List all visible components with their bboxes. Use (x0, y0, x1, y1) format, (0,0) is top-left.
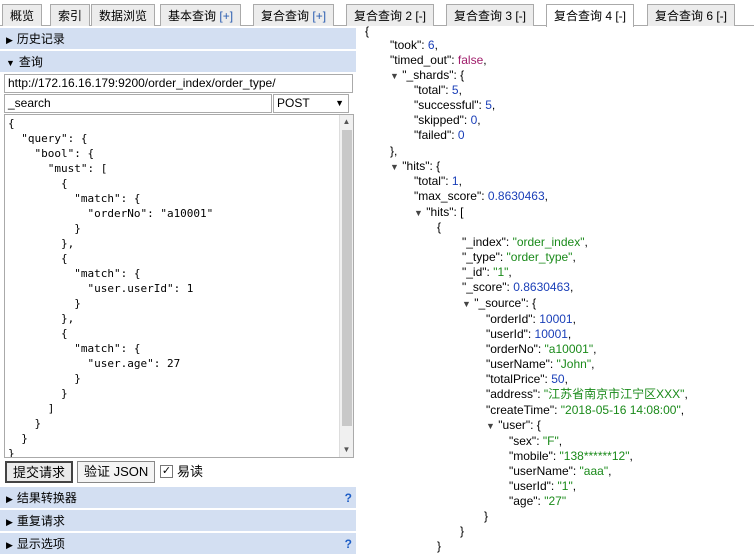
tab-label: 复合查询 (261, 9, 310, 23)
tab-bar: 概览 索引 数据浏览 基本查询 [+] 复合查询 [+] 复合查询 2 [-] … (0, 0, 754, 27)
add-tab-link[interactable]: [+] (312, 9, 326, 23)
brace: } (484, 509, 489, 523)
tab-label: 索引 (58, 9, 83, 23)
json-line: "address": "江苏省南京市江宁区XXX", (486, 387, 688, 401)
history-section-header[interactable]: ▶ 历史记录 (0, 28, 356, 50)
tab-compound-query-2[interactable]: 复合查询 2 [-] (346, 4, 435, 26)
collapsed-triangle-icon: ▶ (6, 540, 13, 550)
json-line: "orderNo": "a10001", (486, 342, 597, 356)
brace: } (437, 539, 442, 553)
easy-read-checkbox[interactable]: ✓ (160, 465, 173, 478)
json-line: "userId": 10001, (486, 327, 572, 341)
json-line: "total": 1, (414, 174, 462, 188)
expanded-triangle-icon: ▼ (6, 58, 15, 68)
brace: { (365, 26, 370, 38)
json-line: "_index": "order_index", (462, 235, 588, 249)
tab-label: 数据浏览 (99, 9, 148, 23)
tab-label: 复合查询 3 [-] (454, 9, 527, 23)
request-body-text[interactable]: { "query": { "bool": { "must": [ { "matc… (8, 116, 213, 457)
submit-request-button[interactable]: 提交请求 (5, 461, 74, 483)
json-line-source[interactable]: ▼ "_source": { (462, 296, 536, 312)
display-options-header[interactable]: ▶ 显示选项 ? (0, 533, 356, 555)
collapse-toggle-icon[interactable]: ▼ (390, 71, 399, 81)
json-line: "sex": "F", (509, 434, 563, 448)
scroll-down-icon[interactable]: ▼ (340, 443, 353, 457)
tab-compound-query[interactable]: 复合查询 [+] (253, 4, 335, 26)
help-icon[interactable]: ? (345, 487, 352, 509)
json-line: "successful": 5, (414, 98, 496, 112)
add-tab-link[interactable]: [+] (219, 9, 233, 23)
json-line: "age": "27" (509, 494, 567, 508)
url-input[interactable]: http://172.16.16.179:9200/order_index/or… (4, 74, 353, 93)
json-line: "skipped": 0, (414, 113, 481, 127)
help-icon[interactable]: ? (345, 533, 352, 555)
request-body-editor[interactable]: { "query": { "bool": { "must": [ { "matc… (4, 114, 354, 458)
json-line: "total": 5, (414, 83, 462, 97)
display-options-label: 显示选项 (16, 537, 65, 551)
json-line: "createTime": "2018-05-16 14:08:00", (486, 403, 685, 417)
json-line: "userName": "John", (486, 357, 595, 371)
result-transformer-header[interactable]: ▶ 结果转换器 ? (0, 487, 356, 509)
brace: } (460, 524, 465, 538)
repeat-request-header[interactable]: ▶ 重复请求 (0, 510, 356, 532)
tab-browser[interactable]: 数据浏览 (91, 4, 156, 26)
method-select[interactable]: POST ▼ (273, 94, 349, 113)
tab-indices[interactable]: 索引 (50, 4, 91, 26)
json-line-timed-out: "timed_out": false, (390, 53, 487, 67)
tab-compound-query-4[interactable]: 复合查询 4 [-] (546, 4, 635, 27)
json-line-hits[interactable]: ▼ "hits": { (390, 159, 440, 175)
collapsed-triangle-icon: ▶ (6, 517, 13, 527)
collapse-toggle-icon[interactable]: ▼ (486, 421, 495, 431)
scroll-thumb[interactable] (342, 130, 352, 426)
json-line: "userName": "aaa", (509, 464, 612, 478)
dropdown-arrow-icon: ▼ (335, 98, 344, 108)
json-line: "max_score": 0.8630463, (414, 189, 548, 203)
request-panel: ▶ 历史记录 ▼ 查询 http://172.16.16.179:9200/orde… (0, 26, 356, 555)
collapsed-triangle-icon: ▶ (6, 35, 13, 45)
json-line-took: "took": 6, (390, 38, 438, 52)
tab-overview[interactable]: 概览 (2, 4, 43, 26)
collapse-toggle-icon[interactable]: ▼ (462, 299, 471, 309)
repeat-request-label: 重复请求 (16, 514, 65, 528)
path-input[interactable]: _search (4, 94, 272, 113)
json-line: "_id": "1", (462, 265, 512, 279)
tab-compound-query-6[interactable]: 复合查询 6 [-] (647, 4, 736, 26)
json-line-hits-array[interactable]: ▼ "hits": [ (414, 205, 463, 221)
json-line: "_type": "order_type", (462, 250, 576, 264)
json-line: "mobile": "138******12", (509, 449, 633, 463)
method-value: POST (277, 96, 310, 110)
validate-json-button[interactable]: 验证 JSON (77, 461, 156, 483)
editor-scrollbar[interactable]: ▲ ▼ (339, 115, 353, 457)
tab-label: 复合查询 6 [-] (655, 9, 728, 23)
tab-basic-query[interactable]: 基本查询 [+] (160, 4, 242, 26)
json-line: "failed": 0 (414, 128, 465, 142)
json-line-shards[interactable]: ▼ "_shards": { (390, 68, 464, 84)
collapse-toggle-icon[interactable]: ▼ (390, 162, 399, 172)
response-viewer: { "took": 6, "timed_out": false, ▼ "_sha… (356, 26, 754, 555)
json-line: "orderId": 10001, (486, 312, 576, 326)
brace: { (437, 220, 442, 234)
brace: }, (390, 144, 398, 158)
query-section-header[interactable]: ▼ 查询 (0, 51, 356, 73)
tab-compound-query-3[interactable]: 复合查询 3 [-] (446, 4, 535, 26)
easy-read-label: 易读 (177, 464, 204, 479)
collapsed-triangle-icon: ▶ (6, 494, 13, 504)
json-line: "_score": 0.8630463, (462, 280, 574, 294)
json-line-user[interactable]: ▼ "user": { (486, 418, 541, 434)
json-line: "userId": "1", (509, 479, 577, 493)
json-line: "totalPrice": 50, (486, 372, 568, 386)
collapse-toggle-icon[interactable]: ▼ (414, 208, 423, 218)
tab-label: 复合查询 2 [-] (354, 9, 427, 23)
scroll-up-icon[interactable]: ▲ (340, 115, 353, 129)
tab-label: 基本查询 (168, 9, 217, 23)
tab-label: 概览 (10, 9, 35, 23)
query-label: 查询 (18, 55, 43, 69)
history-label: 历史记录 (16, 32, 65, 46)
tab-label: 复合查询 4 [-] (554, 9, 627, 23)
result-transformer-label: 结果转换器 (16, 491, 77, 505)
